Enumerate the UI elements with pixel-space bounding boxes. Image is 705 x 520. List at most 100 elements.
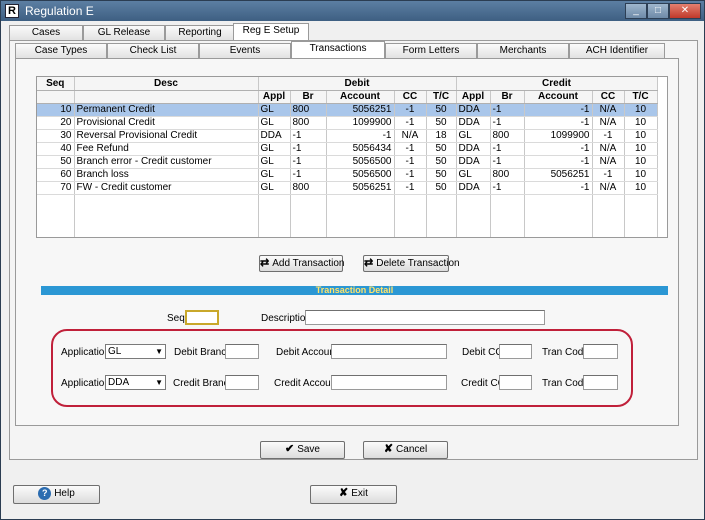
tab-ach-identifier[interactable]: ACH Identifier	[569, 43, 665, 58]
tab-reporting[interactable]: Reporting	[165, 25, 235, 40]
empty-cell	[592, 207, 625, 220]
grid-header-credit-account[interactable]: Account	[524, 90, 593, 104]
grid-header-credit-appl[interactable]: Appl	[456, 90, 491, 104]
tab-events[interactable]: Events	[199, 43, 291, 58]
grid-header-debit-cc[interactable]: CC	[394, 90, 427, 104]
chevron-down-icon: ▼	[155, 347, 163, 356]
table-row[interactable]: 50 Branch error - Credit customer GL -1 5056…	[37, 155, 658, 169]
cell-debit-br: 800	[290, 103, 327, 117]
debit-branch-field[interactable]	[225, 344, 259, 359]
empty-cell	[524, 233, 593, 237]
empty-cell	[490, 233, 525, 237]
title-bar[interactable]: R Regulation E _ □ ✕	[1, 1, 704, 21]
cell-debit-cc: -1	[394, 116, 427, 130]
tab-transactions[interactable]: Transactions	[291, 41, 385, 58]
empty-cell	[426, 194, 457, 207]
delete-transaction-icon: ⇄	[364, 257, 374, 269]
tab-check-list[interactable]: Check List	[107, 43, 199, 58]
cell-debit-tc: 50	[426, 116, 457, 130]
cell-debit-account: -1	[326, 129, 395, 143]
cell-desc: Provisional Credit	[74, 116, 259, 130]
transactions-grid[interactable]: Seq Desc Debit Credit Appl Br Account CC…	[36, 76, 668, 238]
credit-account-field[interactable]	[331, 375, 447, 390]
help-button[interactable]: ? Help	[13, 485, 100, 504]
cell-credit-appl: DDA	[456, 116, 491, 130]
table-row[interactable]: 30 Reversal Provisional Credit DDA -1 -1 N/A 1…	[37, 129, 658, 143]
minimize-icon[interactable]: _	[625, 3, 647, 19]
tab-reg-e-setup[interactable]: Reg E Setup	[233, 23, 309, 40]
debit-application-select[interactable]: GL ▼	[105, 344, 166, 359]
grid-column-header-row: Appl Br Account CC T/C Appl Br Account C…	[37, 90, 658, 104]
credit-tran-code-field[interactable]	[583, 375, 618, 390]
cell-credit-tc: 10	[624, 168, 658, 182]
empty-cell	[74, 233, 259, 237]
close-icon[interactable]: ✕	[669, 3, 701, 19]
add-transaction-button[interactable]: ⇄ Add Transaction	[259, 255, 344, 272]
cell-debit-tc: 50	[426, 155, 457, 169]
grid-header-debit-tc[interactable]: T/C	[426, 90, 457, 104]
cell-seq: 20	[37, 116, 75, 130]
table-row[interactable]: 20 Provisional Credit GL 800 1099900 -1 50 DDA -…	[37, 116, 658, 130]
table-row[interactable]: 70 FW - Credit customer GL 800 5056251 -1 50 DD…	[37, 181, 658, 195]
credit-application-select[interactable]: DDA ▼	[105, 375, 166, 390]
cell-debit-appl: GL	[258, 181, 291, 195]
tab-form-letters[interactable]: Form Letters	[385, 43, 477, 58]
cell-credit-cc: N/A	[592, 142, 625, 156]
grid-header-blank	[74, 90, 259, 104]
grid-header-debit-account[interactable]: Account	[326, 90, 395, 104]
tab-gl-release[interactable]: GL Release	[83, 25, 165, 40]
cell-debit-appl: DDA	[258, 129, 291, 143]
cell-debit-cc: -1	[394, 142, 427, 156]
grid-header-desc[interactable]: Desc	[74, 77, 259, 91]
exit-button[interactable]: ✘ Exit	[310, 485, 397, 504]
grid-header-credit-br[interactable]: Br	[490, 90, 525, 104]
cell-credit-tc: 10	[624, 181, 658, 195]
cell-debit-br: -1	[290, 142, 327, 156]
maximize-icon[interactable]: □	[647, 3, 669, 19]
empty-row	[37, 233, 658, 237]
credit-cc-field[interactable]	[499, 375, 532, 390]
tab-merchants[interactable]: Merchants	[477, 43, 569, 58]
empty-cell	[290, 207, 327, 220]
empty-cell	[326, 233, 395, 237]
cell-debit-tc: 18	[426, 129, 457, 143]
grid-header-credit-cc[interactable]: CC	[592, 90, 625, 104]
empty-cell	[37, 207, 75, 220]
credit-branch-field[interactable]	[225, 375, 259, 390]
cell-credit-tc: 10	[624, 142, 658, 156]
grid-header-debit-br[interactable]: Br	[290, 90, 327, 104]
grid-header-seq[interactable]: Seq	[37, 77, 75, 91]
empty-cell	[592, 220, 625, 233]
exit-label: Exit	[351, 488, 368, 499]
empty-cell	[74, 207, 259, 220]
cell-debit-cc: -1	[394, 103, 427, 117]
cell-debit-br: -1	[290, 129, 327, 143]
empty-cell	[37, 233, 75, 237]
table-row[interactable]: 60 Branch loss GL -1 5056500 -1 50 GL 800 5056251…	[37, 168, 658, 182]
description-field[interactable]	[305, 310, 545, 325]
seq-field[interactable]	[185, 310, 219, 325]
save-button[interactable]: ✔ Save	[260, 441, 345, 459]
tab-cases[interactable]: Cases	[9, 25, 83, 40]
tab-case-types[interactable]: Case Types	[15, 43, 107, 58]
table-row[interactable]: 40 Fee Refund GL -1 5056434 -1 50 DDA -1 -1 N/A 10	[37, 142, 658, 156]
credit-application-value: DDA	[108, 377, 130, 388]
debit-tran-code-field[interactable]	[583, 344, 618, 359]
credit-account-label: Credit Account	[274, 378, 340, 389]
delete-transaction-button[interactable]: ⇄ Delete Transaction	[363, 255, 460, 272]
debit-account-field[interactable]	[331, 344, 447, 359]
cell-credit-cc: N/A	[592, 155, 625, 169]
debit-cc-field[interactable]	[499, 344, 532, 359]
cancel-button[interactable]: ✘ Cancel	[363, 441, 448, 459]
cell-credit-account: -1	[524, 116, 593, 130]
grid-header-credit-tc[interactable]: T/C	[624, 90, 658, 104]
cell-credit-br: 800	[490, 129, 525, 143]
empty-cell	[394, 220, 427, 233]
cell-seq: 50	[37, 155, 75, 169]
table-row[interactable]: 10 Permanent Credit GL 800 5056251 -1 50 DDA -1-…	[37, 103, 658, 117]
grid-header-debit-appl[interactable]: Appl	[258, 90, 291, 104]
credit-application-label: Application	[61, 378, 110, 389]
empty-cell	[490, 194, 525, 207]
debit-tran-code-label: Tran Code	[542, 347, 589, 358]
debit-branch-label: Debit Branch	[174, 347, 232, 358]
